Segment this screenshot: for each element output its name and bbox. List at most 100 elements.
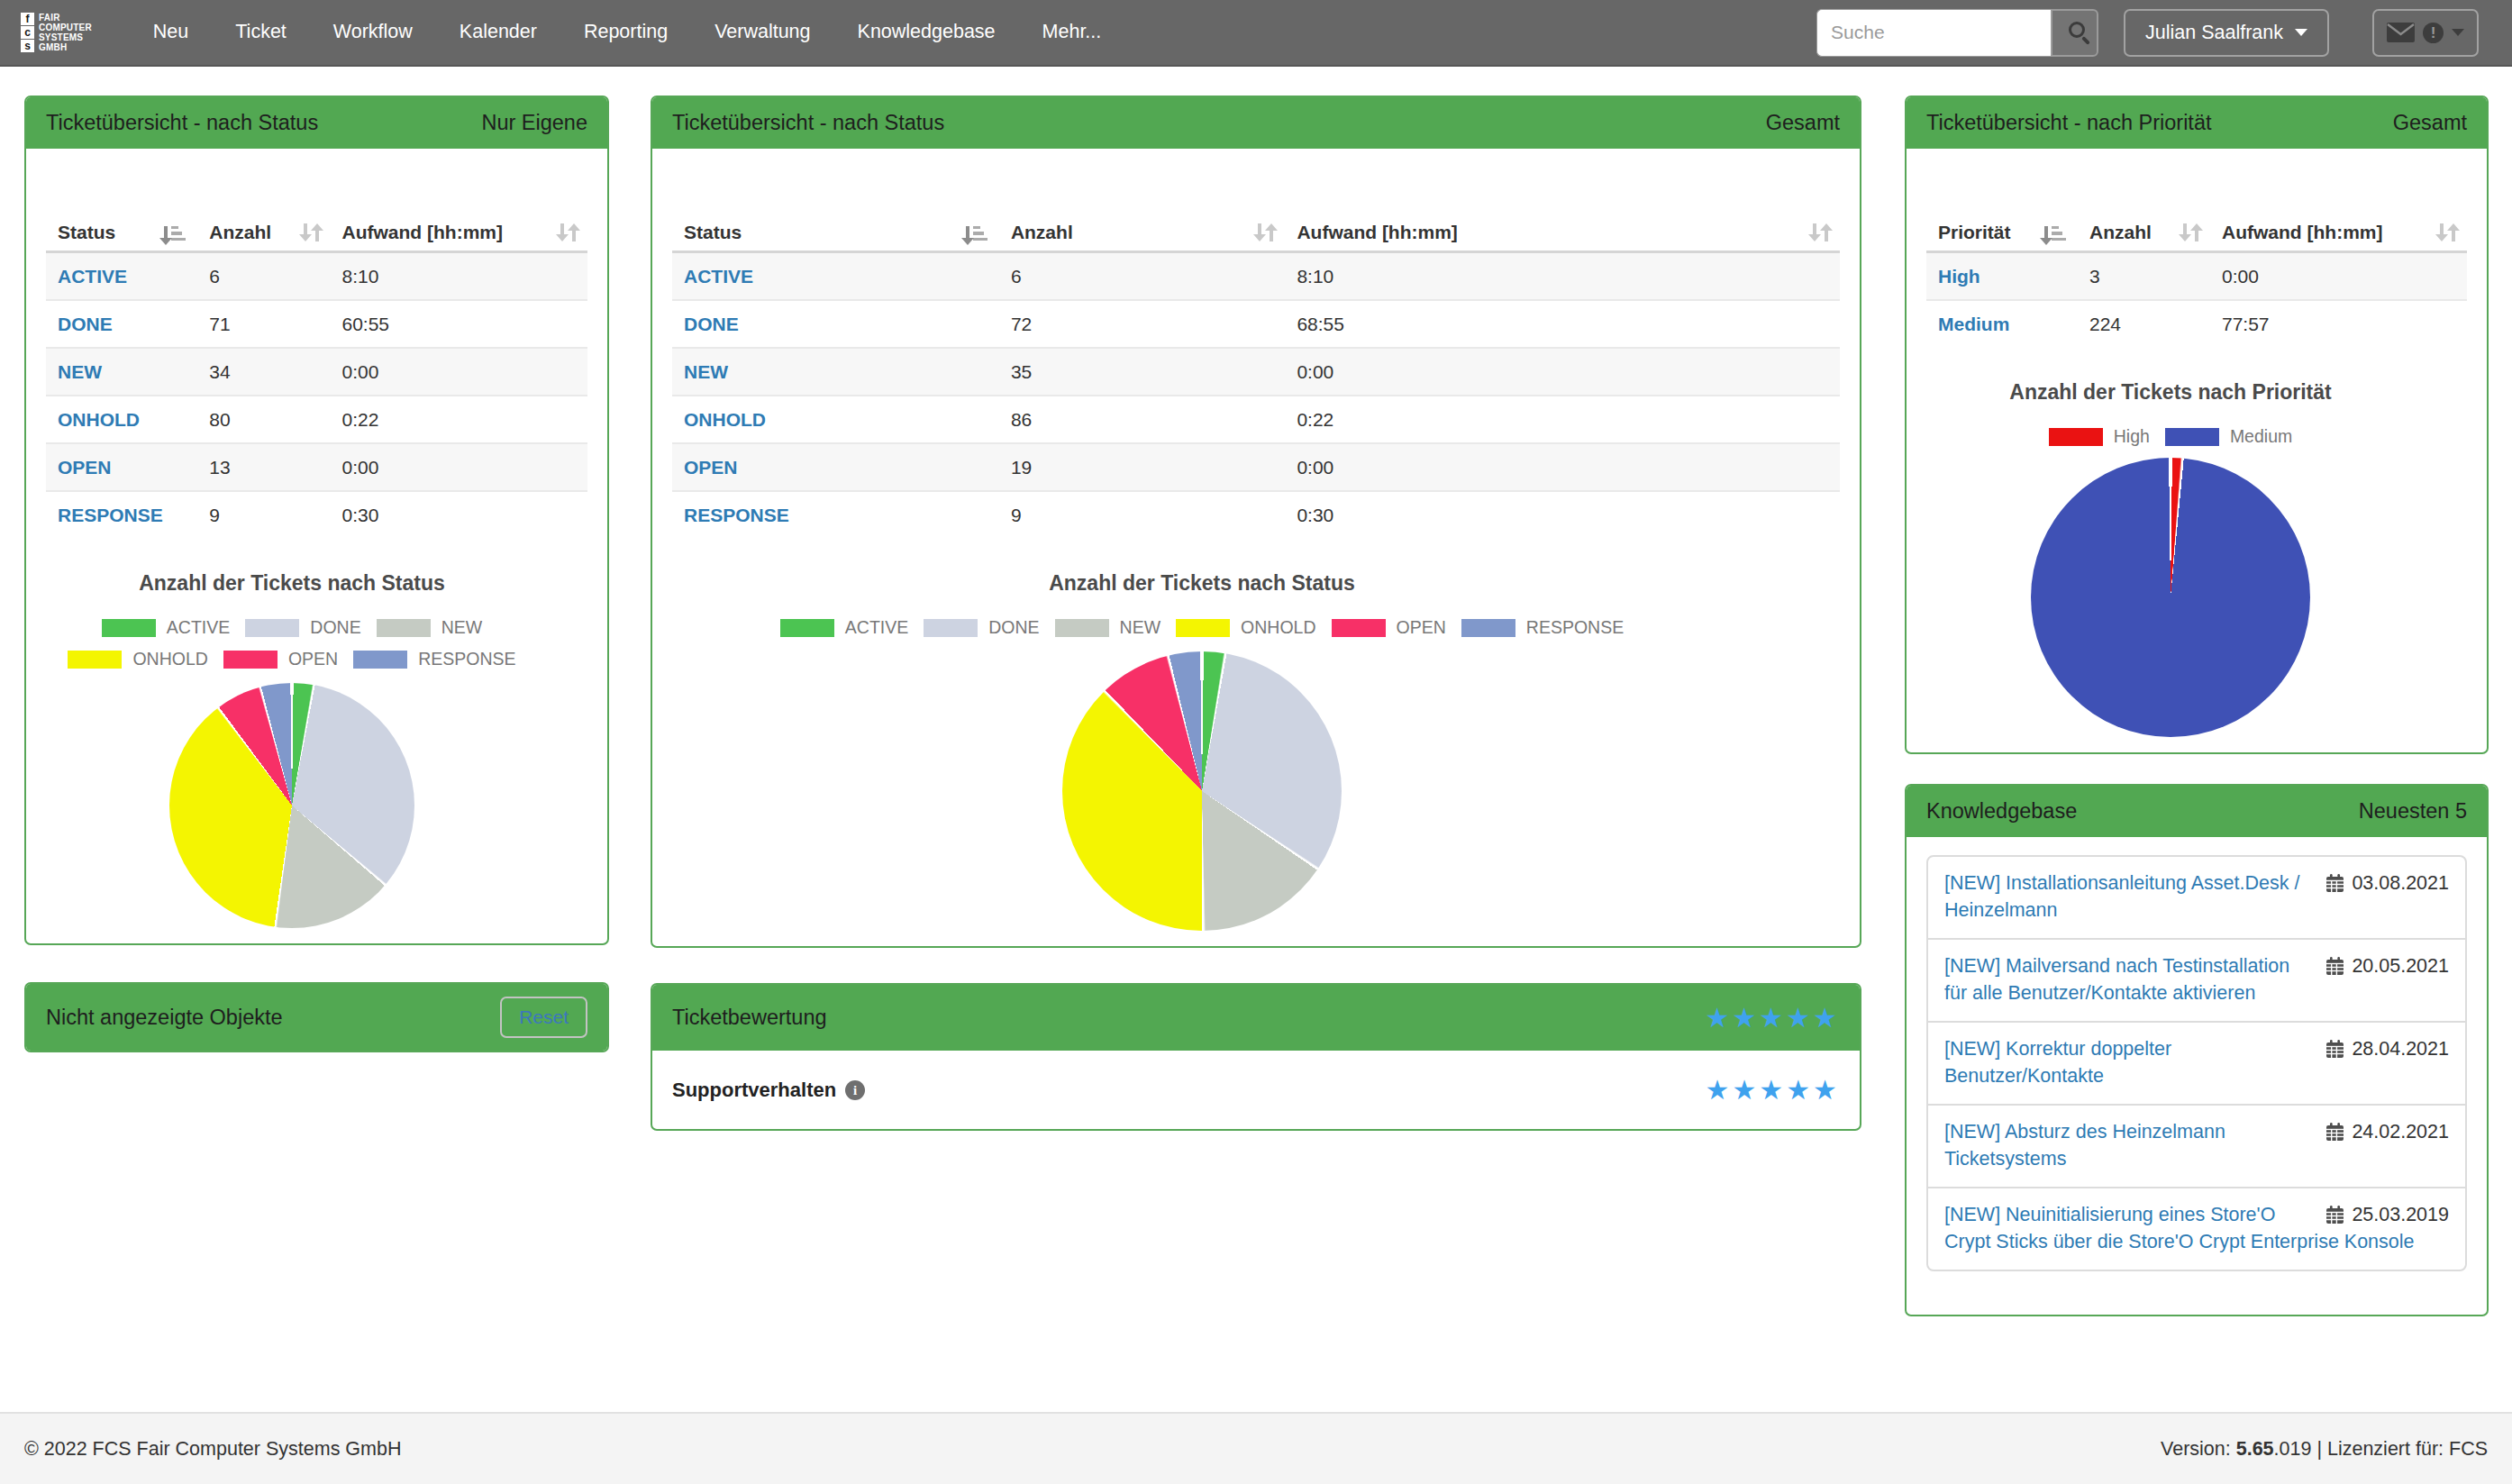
row-effort: 68:55 <box>1285 300 1840 348</box>
legend-swatch <box>245 619 299 637</box>
sort-icon[interactable] <box>1258 223 1273 241</box>
nav-item-neu[interactable]: Neu <box>130 0 212 66</box>
legend-swatch <box>2165 428 2219 446</box>
nav-menu: NeuTicketWorkflowKalenderReportingVerwal… <box>130 0 1124 66</box>
table-row: DONE7160:55 <box>46 300 587 348</box>
user-menu-button[interactable]: Julian Saalfrank <box>2124 9 2329 57</box>
row-link[interactable]: RESPONSE <box>58 505 163 525</box>
panel-title: Nicht angezeigte Objekte <box>46 1006 283 1030</box>
panel-scope-label: Gesamt <box>2393 111 2467 135</box>
row-count: 9 <box>197 491 330 538</box>
row-effort: 60:55 <box>331 300 588 348</box>
info-icon[interactable]: i <box>845 1080 865 1100</box>
kb-item: 20.05.2021 [NEW] Mailversand nach Testins… <box>1928 938 2465 1021</box>
row-link[interactable]: Medium <box>1938 314 2009 334</box>
kb-link[interactable]: [NEW] Absturz des Heinzelmann Ticketsyst… <box>1944 1121 2225 1170</box>
kb-link[interactable]: [NEW] Mailversand nach Testinstallation … <box>1944 955 2289 1004</box>
chart-legend: HighMedium <box>1926 426 2415 447</box>
nav-item-knowledgebase[interactable]: Knowledgebase <box>834 0 1019 66</box>
sort-desc-icon[interactable] <box>2044 224 2066 241</box>
column-header[interactable]: Anzahl <box>197 216 330 252</box>
kb-link[interactable]: [NEW] Korrektur doppelter Benutzer/Konta… <box>1944 1038 2171 1087</box>
panel-hidden-objects: Nicht angezeigte Objekte Reset <box>24 982 609 1052</box>
footer: © 2022 FCS Fair Computer Systems GmbH Ve… <box>0 1412 2512 1484</box>
row-count: 86 <box>999 396 1286 443</box>
table-row: Medium22477:57 <box>1926 300 2467 347</box>
fcs-logo-glyph: fcs <box>21 13 34 52</box>
column-header[interactable]: Anzahl <box>2078 216 2210 252</box>
legend-swatch <box>780 619 834 637</box>
column-header[interactable]: Status <box>672 216 999 252</box>
search-button[interactable] <box>2051 9 2098 57</box>
panel-priority: Ticketübersicht - nach Priorität Gesamt … <box>1905 96 2489 754</box>
footer-copyright: © 2022 FCS Fair Computer Systems GmbH <box>24 1438 401 1461</box>
chart-title: Anzahl der Tickets nach Status <box>672 570 1732 596</box>
nav-item-workflow[interactable]: Workflow <box>310 0 436 66</box>
legend-item: ACTIVE <box>102 617 230 638</box>
row-link[interactable]: ACTIVE <box>58 266 127 287</box>
panel-status-all: Ticketübersicht - nach Status Gesamt Sta… <box>651 96 1861 948</box>
rating-stars[interactable]: ★★★★★ <box>1706 1074 1840 1106</box>
row-link[interactable]: ONHOLD <box>58 409 140 430</box>
row-count: 224 <box>2078 300 2210 347</box>
row-effort: 8:10 <box>331 252 588 301</box>
legend-swatch <box>377 619 431 637</box>
legend-swatch <box>68 651 122 669</box>
column-header[interactable]: Aufwand [hh:mm] <box>2210 216 2467 252</box>
row-link[interactable]: DONE <box>58 314 113 334</box>
notifications-button[interactable]: ! <box>2372 9 2479 57</box>
kb-list: 03.08.2021[NEW] Installationsanleitung A… <box>1926 855 2467 1271</box>
nav-item-kalender[interactable]: Kalender <box>436 0 560 66</box>
column-header[interactable]: Anzahl <box>999 216 1286 252</box>
row-link[interactable]: ACTIVE <box>684 266 753 287</box>
legend-item: ONHOLD <box>1176 617 1315 638</box>
fcs-logo[interactable]: fcs FAIRCOMPUTERSYSTEMSGMBH <box>21 13 92 52</box>
kb-link[interactable]: [NEW] Installationsanleitung Asset.Desk … <box>1944 872 2299 921</box>
status-own-chart: Anzahl der Tickets nach StatusACTIVEDONE… <box>46 570 538 928</box>
calendar-icon <box>2325 957 2344 976</box>
chevron-down-icon <box>2295 29 2307 36</box>
row-link[interactable]: NEW <box>684 361 728 382</box>
fcs-logo-text: FAIRCOMPUTERSYSTEMSGMBH <box>39 13 92 52</box>
column-header[interactable]: Aufwand [hh:mm] <box>1285 216 1840 252</box>
row-count: 6 <box>999 252 1286 301</box>
legend-item: ONHOLD <box>68 649 207 669</box>
panel-scope-label: Gesamt <box>1766 111 1840 135</box>
sort-icon[interactable] <box>560 223 576 241</box>
search-group <box>1816 9 2098 57</box>
sort-icon[interactable] <box>2440 223 2455 241</box>
sort-desc-icon[interactable] <box>164 224 186 241</box>
legend-item: RESPONSE <box>353 649 515 669</box>
row-link[interactable]: High <box>1938 266 1980 287</box>
kb-date: 20.05.2021 <box>2325 953 2449 979</box>
nav-item-reporting[interactable]: Reporting <box>560 0 691 66</box>
calendar-icon <box>2325 874 2344 893</box>
priority-chart: Anzahl der Tickets nach PrioritätHighMed… <box>1926 379 2415 737</box>
nav-item-mehr[interactable]: Mehr... <box>1019 0 1125 66</box>
sort-icon[interactable] <box>2183 223 2198 241</box>
column-header[interactable]: Priorität <box>1926 216 2078 252</box>
row-link[interactable]: RESPONSE <box>684 505 789 525</box>
panel-scope-label: Neuesten 5 <box>2359 799 2467 824</box>
table-row: ONHOLD800:22 <box>46 396 587 443</box>
sort-icon[interactable] <box>1813 223 1828 241</box>
reset-button[interactable]: Reset <box>500 997 587 1038</box>
nav-item-ticket[interactable]: Ticket <box>212 0 310 66</box>
nav-item-verwaltung[interactable]: Verwaltung <box>691 0 833 66</box>
search-input[interactable] <box>1816 9 2051 57</box>
row-count: 35 <box>999 348 1286 396</box>
panel-heading: Ticketübersicht - nach Status Gesamt <box>652 97 1860 149</box>
column-header[interactable]: Aufwand [hh:mm] <box>331 216 588 252</box>
row-link[interactable]: NEW <box>58 361 102 382</box>
row-link[interactable]: ONHOLD <box>684 409 766 430</box>
row-effort: 0:00 <box>331 348 588 396</box>
row-link[interactable]: DONE <box>684 314 739 334</box>
row-link[interactable]: OPEN <box>58 457 112 478</box>
row-link[interactable]: OPEN <box>684 457 738 478</box>
kb-date: 28.04.2021 <box>2325 1036 2449 1062</box>
rating-row-label: Supportverhalten <box>672 1079 836 1102</box>
chart-title: Anzahl der Tickets nach Status <box>46 570 538 596</box>
column-header[interactable]: Status <box>46 216 197 252</box>
sort-icon[interactable] <box>304 223 319 241</box>
sort-desc-icon[interactable] <box>966 224 988 241</box>
